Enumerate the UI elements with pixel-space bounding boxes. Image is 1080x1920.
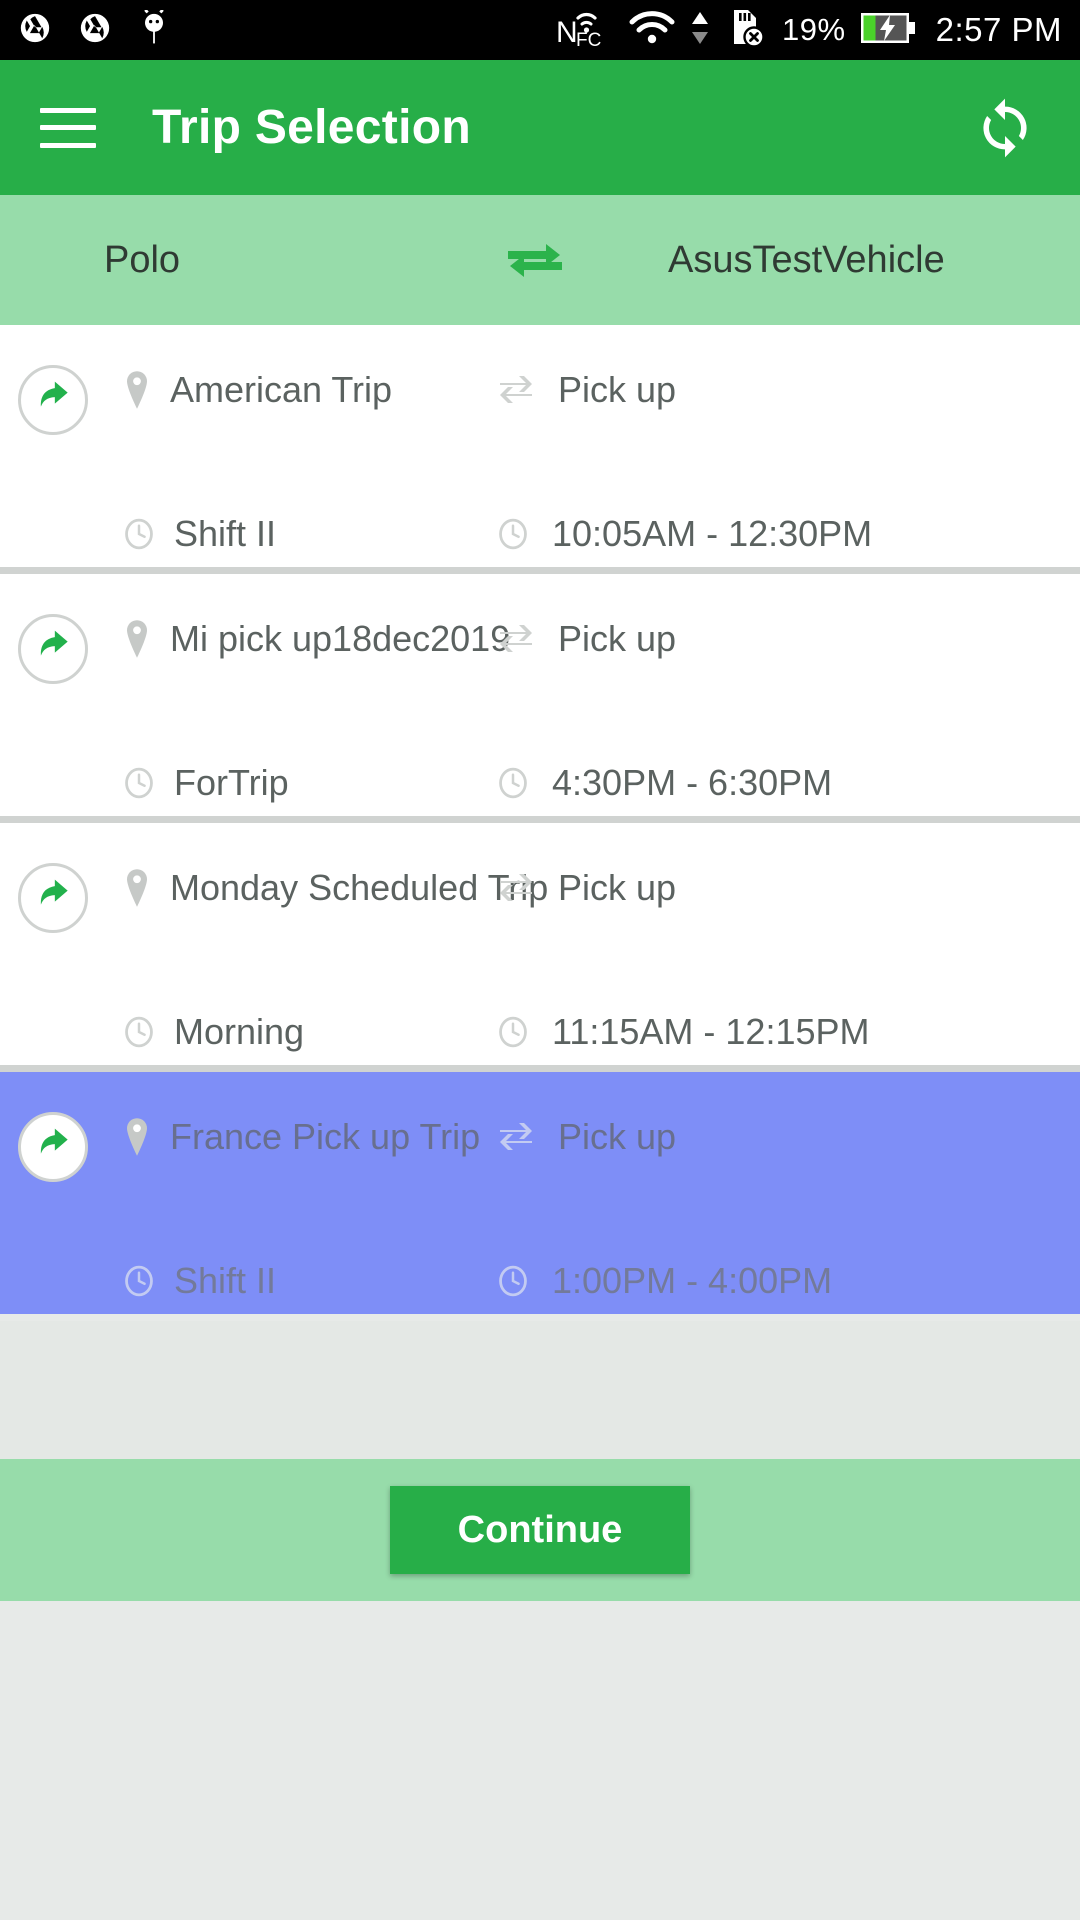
map-pin-icon xyxy=(122,1117,152,1157)
trip-type-label: Pick up xyxy=(558,867,677,908)
trip-row-secondary: Shift II 10:05AM - 12:30PM xyxy=(0,513,1080,571)
camera-aperture-icon xyxy=(78,11,112,50)
refresh-sync-icon[interactable] xyxy=(970,93,1040,163)
vehicle-from-label: Polo xyxy=(104,238,181,281)
trip-name-cell: Mi pick up18dec2019 xyxy=(122,618,510,660)
map-pin-icon xyxy=(122,619,152,659)
trip-time-cell: 11:15AM - 12:15PM xyxy=(496,1011,870,1053)
trip-name-label: Monday Scheduled Trip xyxy=(170,867,549,908)
clock-time-label: 2:57 PM xyxy=(935,11,1062,48)
wifi-icon xyxy=(628,8,676,53)
trip-type-cell: Pick up xyxy=(496,369,676,411)
trip-time-label: 4:30PM - 6:30PM xyxy=(552,762,833,803)
trip-type-label: Pick up xyxy=(558,1116,677,1157)
app-bar: Trip Selection xyxy=(0,60,1080,195)
wifi-transfer-arrows-icon xyxy=(690,8,710,53)
map-pin-icon xyxy=(122,370,152,410)
trip-row-secondary: Morning 11:15AM - 12:15PM xyxy=(0,1011,1080,1069)
clock-icon xyxy=(496,516,530,552)
svg-text:FC: FC xyxy=(576,30,601,50)
trip-time-label: 10:05AM - 12:30PM xyxy=(552,513,873,554)
trip-type-cell: Pick up xyxy=(496,618,676,660)
trip-shift-cell: Shift II xyxy=(122,513,276,555)
trip-name-cell: American Trip xyxy=(122,369,392,411)
clock-icon xyxy=(122,516,156,552)
hamburger-menu-icon[interactable] xyxy=(40,107,96,148)
battery-percent-label: 19% xyxy=(782,12,846,47)
svg-text:N: N xyxy=(556,16,578,49)
page-title: Trip Selection xyxy=(152,101,471,154)
status-bar: N FC 19% 2:57 PM xyxy=(0,0,1080,60)
clock-icon xyxy=(122,1263,156,1299)
clock-icon xyxy=(496,1263,530,1299)
vehicle-to-label: AsusTestVehicle xyxy=(668,238,945,281)
trip-row-secondary: ForTrip 4:30PM - 6:30PM xyxy=(0,762,1080,820)
trip-shift-cell: Shift II xyxy=(122,1260,276,1302)
compare-arrows-icon xyxy=(496,1119,536,1155)
trip-shift-cell: ForTrip xyxy=(122,762,289,804)
clock-icon xyxy=(496,1014,530,1050)
clock-icon xyxy=(496,765,530,801)
trip-name-label: American Trip xyxy=(170,369,393,410)
trip-card[interactable]: American Trip Pick up Shift II 10:05AM -… xyxy=(0,325,1080,567)
camera-aperture-icon xyxy=(18,11,52,50)
trip-card[interactable]: Mi pick up18dec2019 Pick up ForTrip 4:30… xyxy=(0,574,1080,816)
trip-row-secondary: Shift II 1:00PM - 4:00PM xyxy=(0,1260,1080,1318)
continue-button[interactable]: Continue xyxy=(390,1486,690,1574)
trip-name-cell: France Pick up Trip xyxy=(122,1116,480,1158)
vehicle-swap-band: Polo AsusTestVehicle xyxy=(0,195,1080,325)
trip-name-label: France Pick up Trip xyxy=(170,1116,481,1157)
trip-row-primary: American Trip Pick up xyxy=(0,369,1080,431)
trip-type-label: Pick up xyxy=(558,618,677,659)
trip-row-primary: Monday Scheduled Trip Pick up xyxy=(0,867,1080,929)
sd-card-error-icon xyxy=(724,6,768,55)
nfc-icon: N FC xyxy=(556,6,614,55)
map-pin-icon xyxy=(122,868,152,908)
battery-charging-icon xyxy=(860,11,916,50)
trip-list: American Trip Pick up Shift II 10:05AM -… xyxy=(0,325,1080,1314)
trip-time-cell: 4:30PM - 6:30PM xyxy=(496,762,832,804)
compare-arrows-icon[interactable] xyxy=(500,230,570,290)
clock-icon xyxy=(122,1014,156,1050)
compare-arrows-icon xyxy=(496,621,536,657)
empty-space xyxy=(0,1321,1080,1459)
trip-card[interactable]: Monday Scheduled Trip Pick up Morning 11… xyxy=(0,823,1080,1065)
trip-shift-label: Morning xyxy=(174,1011,305,1052)
android-bug-icon xyxy=(138,8,170,51)
trip-shift-cell: Morning xyxy=(122,1011,304,1053)
footer-bar: Continue xyxy=(0,1459,1080,1601)
trip-card-selected[interactable]: France Pick up Trip Pick up Shift II 1:0… xyxy=(0,1072,1080,1314)
trip-time-cell: 1:00PM - 4:00PM xyxy=(496,1260,832,1302)
trip-row-primary: Mi pick up18dec2019 Pick up xyxy=(0,618,1080,680)
clock-icon xyxy=(122,765,156,801)
trip-shift-label: Shift II xyxy=(174,513,277,554)
trip-shift-label: ForTrip xyxy=(174,762,289,803)
status-bar-left-icons xyxy=(18,8,170,51)
compare-arrows-icon xyxy=(496,870,536,906)
trip-row-primary: France Pick up Trip Pick up xyxy=(0,1116,1080,1178)
trip-name-label: Mi pick up18dec2019 xyxy=(170,618,511,659)
trip-name-cell: Monday Scheduled Trip xyxy=(122,867,548,909)
trip-time-cell: 10:05AM - 12:30PM xyxy=(496,513,872,555)
compare-arrows-icon xyxy=(496,372,536,408)
trip-type-cell: Pick up xyxy=(496,867,676,909)
trip-type-cell: Pick up xyxy=(496,1116,676,1158)
trip-time-label: 1:00PM - 4:00PM xyxy=(552,1260,833,1301)
trip-shift-label: Shift II xyxy=(174,1260,277,1301)
trip-time-label: 11:15AM - 12:15PM xyxy=(552,1011,870,1052)
trip-type-label: Pick up xyxy=(558,369,677,410)
status-bar-right-icons: N FC 19% 2:57 PM xyxy=(556,6,1062,55)
